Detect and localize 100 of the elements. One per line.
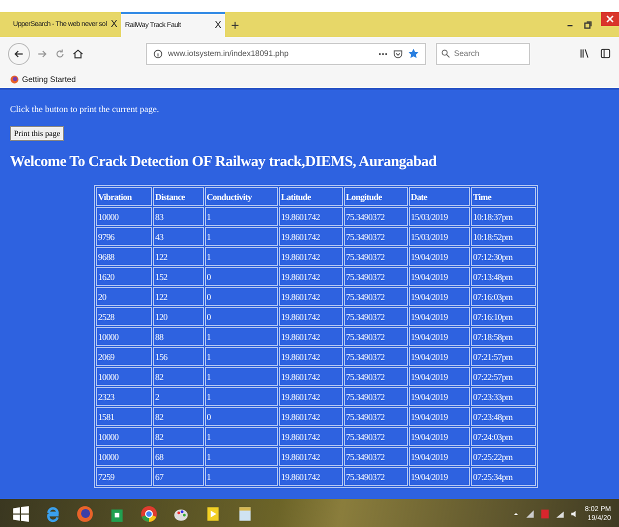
table-cell: 19/04/2019 [408,467,470,486]
table-cell: 1581 [96,407,152,426]
table-cell: 1 [204,367,278,386]
table-cell: 75.3490372 [344,427,408,446]
firefox-icon[interactable] [76,505,94,523]
table-cell: 75.3490372 [344,387,408,406]
table-cell: 2528 [96,307,152,326]
table-cell: 75.3490372 [344,247,408,266]
table-cell: 1 [204,347,278,366]
table-cell: 75.3490372 [344,287,408,306]
pocket-icon[interactable] [393,48,403,58]
table-cell: 43 [153,227,204,246]
url-text: www.iotsystem.in/index18091.php [168,49,290,58]
table-cell: 120 [153,307,204,326]
table-cell: 10000 [96,367,152,386]
column-header: Time [470,187,536,206]
table-cell: 152 [153,267,204,286]
column-header: Latitude [279,187,343,206]
table-cell: 19.8601742 [279,227,343,246]
table-cell: 75.3490372 [344,327,408,346]
table-cell: 19/04/2019 [408,407,470,426]
table-cell: 83 [153,207,204,226]
table-cell: 19.8601742 [279,447,343,466]
table-cell: 19/04/2019 [408,307,470,326]
table-cell: 2323 [96,387,152,406]
table-cell: 15/03/2019 [408,207,470,226]
table-cell: 75.3490372 [344,267,408,286]
table-cell: 122 [153,247,204,266]
table-cell: 19.8601742 [279,307,343,326]
table-cell: 75.3490372 [344,227,408,246]
table-cell: 07:16:03pm [470,287,536,306]
table-cell: 9688 [96,247,152,266]
table-cell: 10:18:37pm [470,207,536,226]
table-cell: 07:16:10pm [470,307,536,326]
bookmark-link[interactable]: Getting Started [10,74,76,84]
table-cell: 82 [153,367,204,386]
close-icon[interactable]: X [110,19,118,30]
sidebar-icon[interactable] [600,48,611,59]
reload-icon[interactable] [54,48,66,60]
table-cell: 75.3490372 [344,467,408,486]
table-cell: 19.8601742 [279,407,343,426]
windows-icon[interactable] [12,505,30,523]
address-bar[interactable]: www.iotsystem.in/index18091.php [146,42,426,64]
restore-icon[interactable] [583,20,593,30]
table-cell: 1 [204,227,278,246]
info-icon [153,48,163,58]
column-header: Vibration [96,187,152,206]
table-cell: 07:23:33pm [470,387,536,406]
table-cell: 10000 [96,207,152,226]
column-header: Conductivity [204,187,278,206]
table-cell: 75.3490372 [344,447,408,466]
table-cell: 9796 [96,227,152,246]
search-icon [441,48,450,58]
table-cell: 07:21:57pm [470,347,536,366]
search-field[interactable]: Search [436,42,530,64]
back-button[interactable] [8,42,30,64]
table-cell: 1 [204,427,278,446]
table-cell: 07:24:03pm [470,427,536,446]
column-header: Date [408,187,470,206]
table-cell: 07:22:57pm [470,367,536,386]
table-cell: 0 [204,307,278,326]
forward-icon[interactable] [36,48,48,60]
table-cell: 1 [204,447,278,466]
table-cell: 19/04/2019 [408,367,470,386]
table-cell: 67 [153,467,204,486]
table-cell: 68 [153,447,204,466]
home-icon[interactable] [72,48,84,60]
table-cell: 75.3490372 [344,407,408,426]
table-cell: 19/04/2019 [408,387,470,406]
table-cell: 75.3490372 [344,367,408,386]
print-button[interactable]: Print this page [10,126,64,141]
table-cell: 7259 [96,467,152,486]
new-tab-button[interactable]: + [225,12,246,37]
column-header: Longitude [344,187,408,206]
table-cell: 2 [153,387,204,406]
table-cell: 20 [96,287,152,306]
table-cell: 19/04/2019 [408,447,470,466]
table-cell: 07:18:58pm [470,327,536,346]
back-arrow-icon[interactable] [13,48,25,60]
close-icon[interactable]: X [214,20,222,31]
table-cell: 0 [204,407,278,426]
table-cell: 07:23:48pm [470,407,536,426]
library-icon[interactable] [579,48,590,59]
table-cell: 1 [204,327,278,346]
table-cell: 82 [153,427,204,446]
table-cell: 19/04/2019 [408,247,470,266]
table-cell: 122 [153,287,204,306]
chrome-icon[interactable] [140,505,158,523]
table-cell: 82 [153,407,204,426]
table-cell: 19/04/2019 [408,347,470,366]
table-cell: 75.3490372 [344,347,408,366]
star-icon[interactable] [408,48,419,59]
table-cell: 19/04/2019 [408,267,470,286]
table-cell: 19.8601742 [279,247,343,266]
column-header: Distance [153,187,204,206]
table-cell: 19.8601742 [279,287,343,306]
table-cell: 10000 [96,327,152,346]
table-cell: 19/04/2019 [408,287,470,306]
table-cell: 07:25:34pm [470,467,536,486]
tray-arrow-icon[interactable] [512,510,520,518]
